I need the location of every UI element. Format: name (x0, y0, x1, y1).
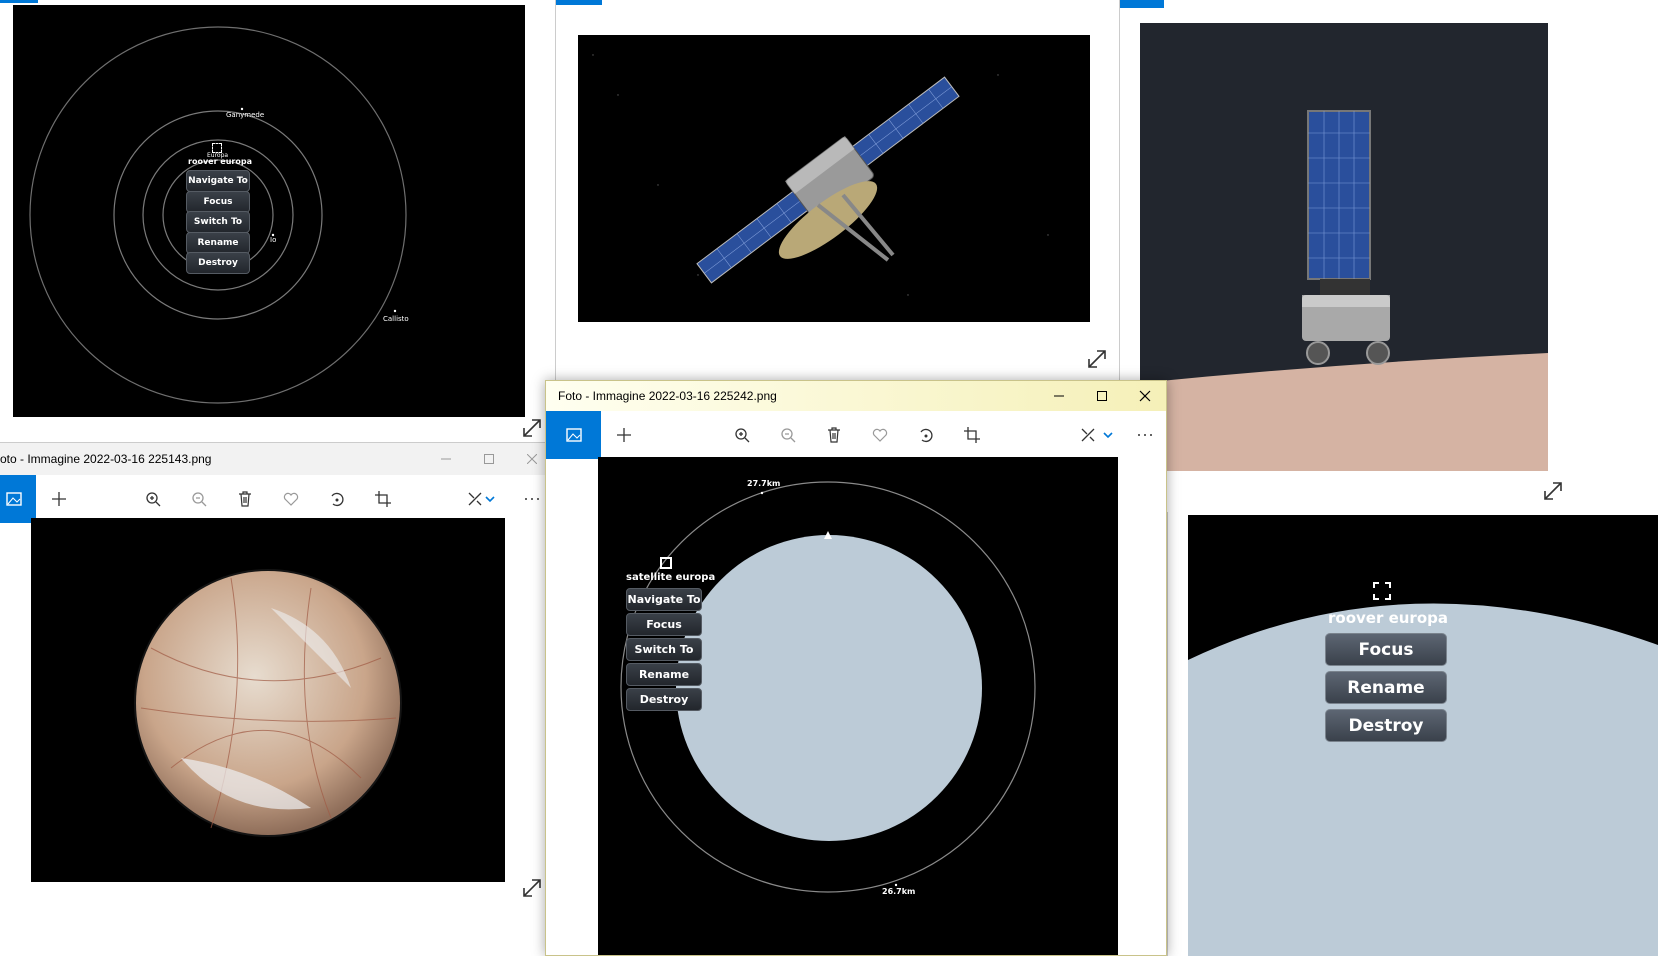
periapsis-label: 26.7km (882, 887, 916, 896)
focus-button[interactable]: Focus (1325, 633, 1447, 666)
close-button[interactable] (509, 443, 545, 475)
delete-icon[interactable] (222, 475, 268, 523)
minimize-button[interactable] (423, 443, 469, 475)
chevron-down-icon[interactable] (478, 475, 502, 523)
io-label: Io (270, 236, 277, 244)
photo-icon[interactable] (0, 475, 36, 523)
delete-icon[interactable] (811, 411, 857, 459)
crop-icon[interactable] (949, 411, 995, 459)
zoom-out-icon[interactable] (765, 411, 811, 459)
photo-window-europa: oto - Immagine 2022-03-16 225143.png (0, 442, 545, 956)
navigate-to-button[interactable]: Navigate To (626, 588, 702, 611)
expand-icon[interactable] (1086, 348, 1108, 370)
window-title: Foto - Immagine 2022-03-16 225242.png (558, 389, 777, 403)
expand-icon[interactable] (521, 877, 543, 899)
rename-button[interactable]: Rename (1325, 671, 1447, 704)
rotate-icon[interactable] (903, 411, 949, 459)
minimize-button[interactable] (1036, 381, 1082, 411)
photo-icon[interactable] (546, 411, 601, 459)
context-menu-title: satellite europa (626, 572, 716, 583)
expand-icon[interactable] (1542, 480, 1564, 502)
rename-button[interactable]: Rename (626, 663, 702, 686)
rover-image (1140, 23, 1548, 471)
rename-button[interactable]: Rename (186, 232, 250, 254)
photo-window-rover (1119, 0, 1673, 512)
more-icon[interactable] (1122, 411, 1166, 459)
accent-bar (1120, 0, 1164, 8)
switch-to-button[interactable]: Switch To (626, 638, 702, 661)
accent-bar (0, 0, 38, 3)
zoom-in-icon[interactable] (130, 475, 176, 523)
orbit-map-image (13, 5, 525, 417)
close-button[interactable] (1122, 381, 1166, 411)
destroy-button[interactable]: Destroy (626, 688, 702, 711)
zoom-out-icon[interactable] (176, 475, 222, 523)
toolbar (546, 411, 1166, 459)
target-reticle-icon (1373, 582, 1391, 600)
focus-button[interactable]: Focus (186, 191, 250, 213)
destroy-button[interactable]: Destroy (186, 252, 250, 274)
crop-icon[interactable] (360, 475, 406, 523)
target-reticle-icon (212, 143, 222, 153)
destroy-button[interactable]: Destroy (1325, 709, 1447, 742)
zoom-in-icon[interactable] (719, 411, 765, 459)
maximize-button[interactable] (466, 443, 512, 475)
photo-window-rover-menu: roover europa Focus Rename Destroy (1167, 512, 1673, 956)
photo-window-orbit-map: Ganymede Europa Io Callisto roover europ… (0, 0, 555, 442)
context-menu-title: roover europa (188, 157, 252, 166)
satellite-image (578, 35, 1090, 322)
focus-button[interactable]: Focus (626, 613, 702, 636)
titlebar: Foto - Immagine 2022-03-16 225242.png (546, 381, 1166, 411)
rotate-icon[interactable] (314, 475, 360, 523)
toolbar (0, 475, 545, 523)
accent-bar (556, 0, 602, 5)
chevron-down-icon[interactable] (1096, 411, 1120, 459)
context-menu-title: roover europa (1328, 609, 1448, 627)
navigate-to-button[interactable]: Navigate To (186, 170, 250, 192)
photo-window-satellite (555, 0, 1119, 380)
window-title: oto - Immagine 2022-03-16 225143.png (0, 452, 212, 466)
favorite-icon[interactable] (268, 475, 314, 523)
apoapsis-label: 27.7km (747, 479, 781, 488)
callisto-label: Callisto (383, 315, 409, 323)
photo-window-active: Foto - Immagine 2022-03-16 225242.png 27… (545, 380, 1167, 956)
titlebar: oto - Immagine 2022-03-16 225143.png (0, 443, 545, 475)
favorite-icon[interactable] (857, 411, 903, 459)
europa-planet-image (31, 518, 505, 882)
target-reticle-icon (660, 557, 672, 569)
expand-icon[interactable] (521, 417, 543, 439)
ganymede-label: Ganymede (226, 111, 265, 119)
more-icon[interactable] (509, 475, 545, 523)
switch-to-button[interactable]: Switch To (186, 211, 250, 233)
add-icon[interactable] (601, 411, 647, 459)
add-icon[interactable] (36, 475, 82, 523)
maximize-button[interactable] (1079, 381, 1125, 411)
